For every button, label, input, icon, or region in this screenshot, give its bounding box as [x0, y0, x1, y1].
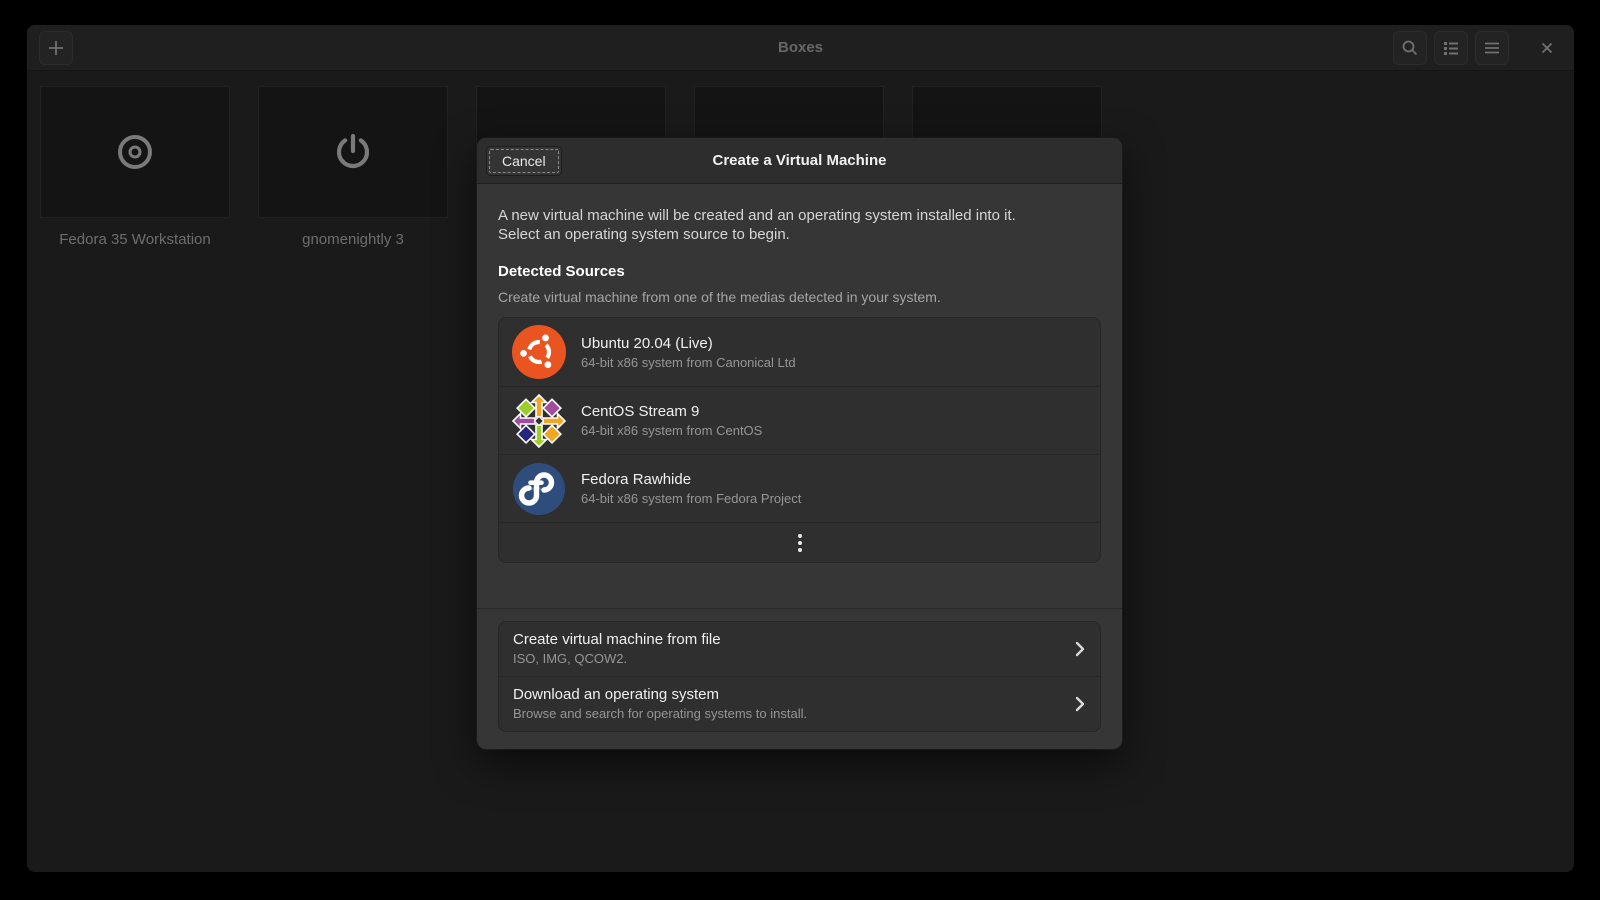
chevron-right-icon — [1074, 640, 1086, 658]
create-vm-dialog: Cancel Create a Virtual Machine A new vi… — [477, 138, 1122, 749]
more-sources-button[interactable] — [499, 522, 1100, 562]
cancel-button[interactable]: Cancel — [486, 146, 562, 176]
action-subtitle: Browse and search for operating systems … — [513, 706, 807, 721]
action-subtitle: ISO, IMG, QCOW2. — [513, 651, 721, 666]
vertical-ellipsis-icon — [797, 533, 803, 553]
dialog-body: A new virtual machine will be created an… — [477, 184, 1122, 749]
source-text: Ubuntu 20.04 (Live) 64-bit x86 system fr… — [581, 335, 796, 370]
screen: Boxes — [0, 0, 1600, 900]
dialog-header: Cancel Create a Virtual Machine — [477, 138, 1122, 184]
action-text: Create virtual machine from file ISO, IM… — [513, 631, 721, 666]
dialog-intro: A new virtual machine will be created an… — [498, 206, 1101, 244]
ubuntu-logo-icon — [511, 324, 567, 380]
centos-logo-icon — [511, 393, 567, 449]
source-name: Fedora Rawhide — [581, 471, 801, 488]
intro-line-2: Select an operating system source to beg… — [498, 225, 1101, 244]
source-row-ubuntu[interactable]: Ubuntu 20.04 (Live) 64-bit x86 system fr… — [499, 318, 1100, 386]
detected-sources-list: Ubuntu 20.04 (Live) 64-bit x86 system fr… — [498, 317, 1101, 563]
dialog-title: Create a Virtual Machine — [477, 152, 1122, 169]
source-text: Fedora Rawhide 64-bit x86 system from Fe… — [581, 471, 801, 506]
action-text: Download an operating system Browse and … — [513, 686, 807, 721]
chevron-right-icon — [1074, 695, 1086, 713]
source-text: CentOS Stream 9 64-bit x86 system from C… — [581, 403, 762, 438]
download-os-row[interactable]: Download an operating system Browse and … — [499, 676, 1100, 731]
other-sources-list: Create virtual machine from file ISO, IM… — [498, 621, 1101, 732]
detected-sources-heading: Detected Sources — [498, 263, 1101, 280]
action-title: Download an operating system — [513, 686, 807, 703]
source-name: Ubuntu 20.04 (Live) — [581, 335, 796, 352]
intro-line-1: A new virtual machine will be created an… — [498, 206, 1101, 225]
create-from-file-row[interactable]: Create virtual machine from file ISO, IM… — [499, 622, 1100, 676]
source-name: CentOS Stream 9 — [581, 403, 762, 420]
source-description: 64-bit x86 system from Canonical Ltd — [581, 355, 796, 370]
action-title: Create virtual machine from file — [513, 631, 721, 648]
detected-sources-caption: Create virtual machine from one of the m… — [498, 289, 1101, 305]
source-row-centos[interactable]: CentOS Stream 9 64-bit x86 system from C… — [499, 386, 1100, 454]
section-separator — [477, 608, 1122, 609]
source-description: 64-bit x86 system from Fedora Project — [581, 491, 801, 506]
source-description: 64-bit x86 system from CentOS — [581, 423, 762, 438]
fedora-logo-icon — [511, 461, 567, 517]
source-row-fedora[interactable]: Fedora Rawhide 64-bit x86 system from Fe… — [499, 454, 1100, 522]
